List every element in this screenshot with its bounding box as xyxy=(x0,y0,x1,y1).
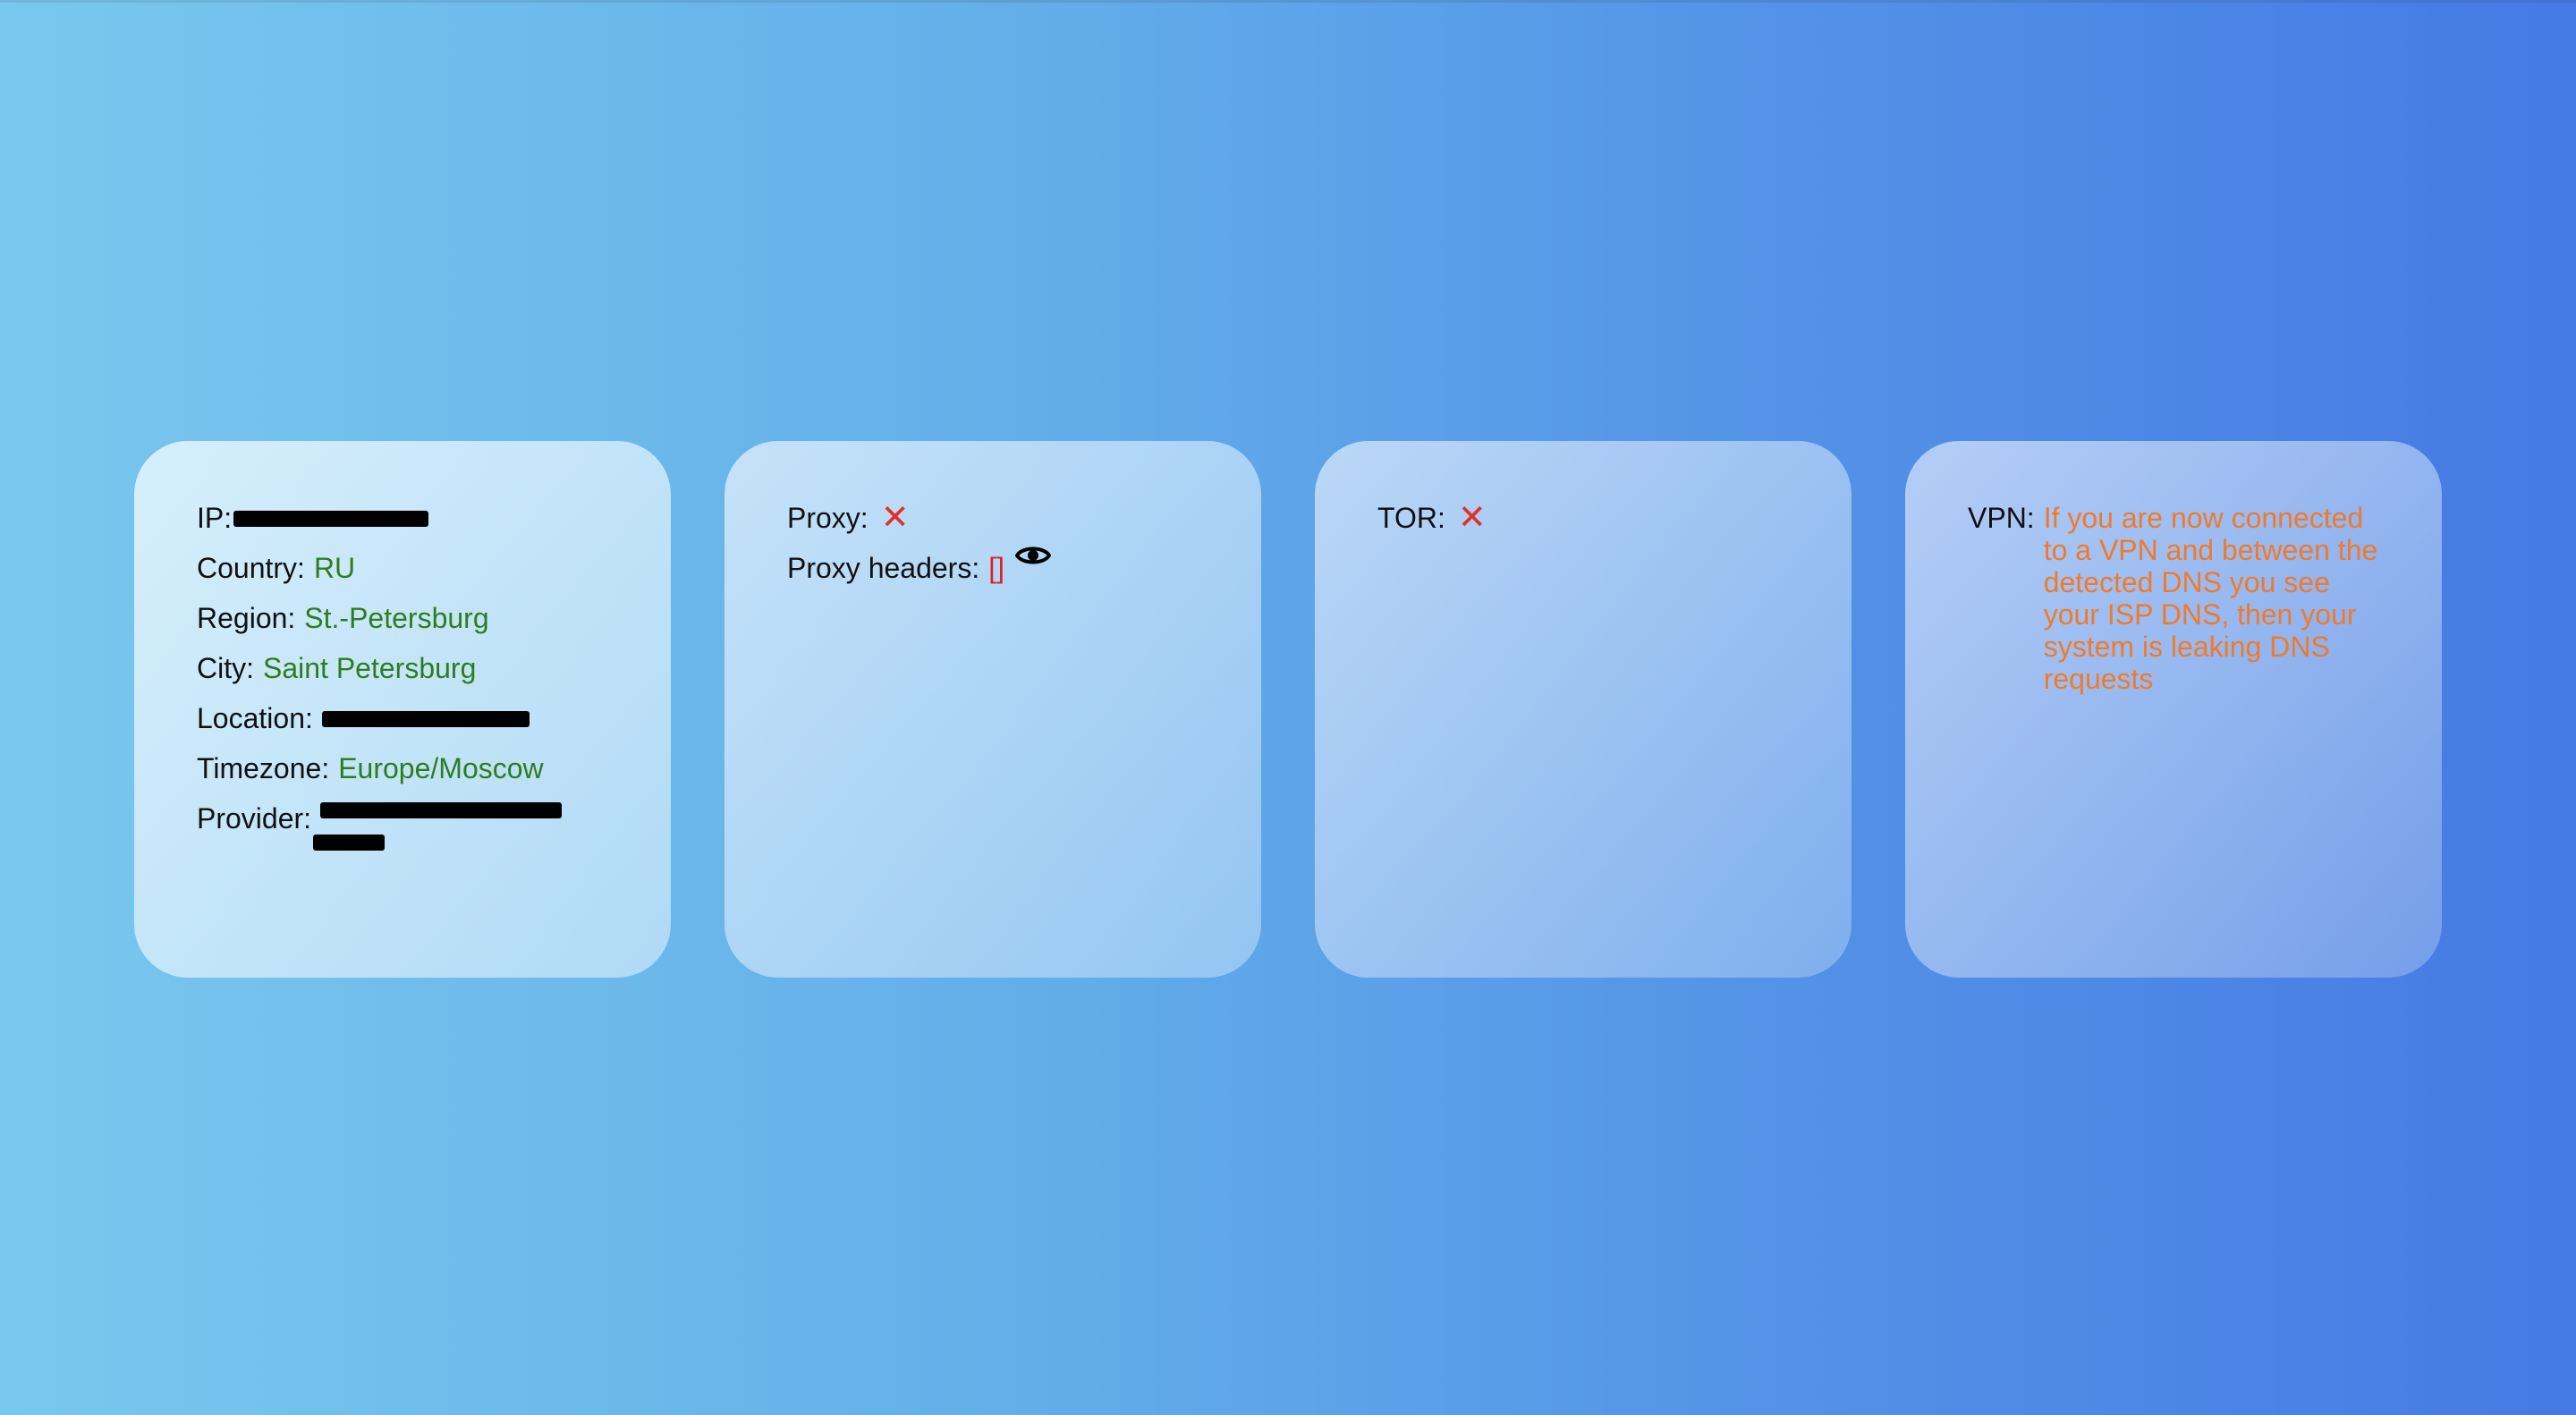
ip-value-redacted xyxy=(233,511,429,527)
proxy-row: Proxy: ✕ xyxy=(787,493,1199,543)
provider-label: Provider: xyxy=(197,802,312,835)
vpn-row: VPN: If you are now connected to a VPN a… xyxy=(1968,493,2379,695)
provider-row: Provider: xyxy=(197,793,608,851)
proxy-card: Proxy: ✕ Proxy headers: [] xyxy=(724,441,1261,978)
region-label: Region: xyxy=(197,602,296,634)
eye-icon[interactable] xyxy=(1015,543,1051,568)
proxy-headers-value: [] xyxy=(988,552,1004,584)
city-value: Saint Petersburg xyxy=(263,652,477,684)
cross-icon: ✕ xyxy=(880,499,910,537)
city-label: City: xyxy=(197,652,254,684)
provider-redaction-line-1 xyxy=(320,802,563,818)
country-value: RU xyxy=(313,552,356,584)
location-value-redacted xyxy=(321,711,530,727)
city-row: City: Saint Petersburg xyxy=(197,643,608,693)
info-cards: IP: Country: RU Region: St.-Petersburg C… xyxy=(134,441,2442,978)
proxy-headers-row: Proxy headers: [] xyxy=(787,543,1199,593)
region-row: Region: St.-Petersburg xyxy=(197,593,608,643)
tor-card: TOR: ✕ xyxy=(1315,441,1852,978)
ip-info-card: IP: Country: RU Region: St.-Petersburg C… xyxy=(134,441,671,978)
timezone-label: Timezone: xyxy=(197,752,330,784)
tor-label: TOR: xyxy=(1377,502,1445,534)
vpn-card: VPN: If you are now connected to a VPN a… xyxy=(1905,441,2442,978)
ip-label: IP: xyxy=(197,502,233,534)
provider-redaction-line-2 xyxy=(313,835,386,851)
cross-icon: ✕ xyxy=(1457,499,1487,537)
proxy-headers-label: Proxy headers: xyxy=(787,552,980,584)
vpn-label: VPN: xyxy=(1968,502,2035,534)
vpn-message: If you are now connected to a VPN and be… xyxy=(2043,502,2378,695)
location-label: Location: xyxy=(197,702,313,734)
proxy-label: Proxy: xyxy=(787,502,869,534)
timezone-row: Timezone: Europe/Moscow xyxy=(197,743,608,793)
tor-row: TOR: ✕ xyxy=(1377,493,1789,543)
country-row: Country: RU xyxy=(197,543,608,593)
timezone-value: Europe/Moscow xyxy=(338,752,544,784)
provider-value-redacted xyxy=(313,793,563,851)
country-label: Country: xyxy=(197,552,305,584)
ip-row: IP: xyxy=(197,493,608,543)
region-value: St.-Petersburg xyxy=(304,602,489,634)
top-border xyxy=(0,0,2576,3)
location-row: Location: xyxy=(197,693,608,743)
